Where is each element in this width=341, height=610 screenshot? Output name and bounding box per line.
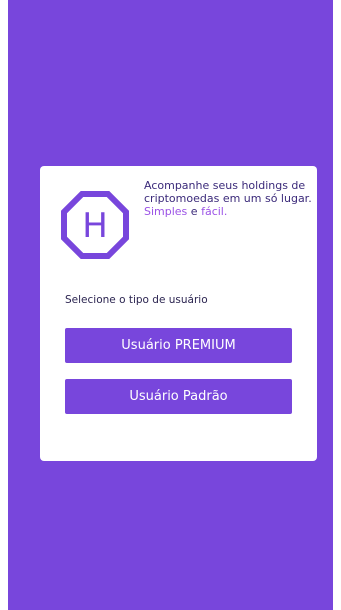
premium-user-button[interactable]: Usuário PREMIUM xyxy=(65,328,292,363)
tagline-accent-simples: Simples xyxy=(144,205,188,218)
logo: H xyxy=(60,190,130,260)
tagline-main: Acompanhe seus holdings de criptomoedas … xyxy=(144,179,312,205)
user-type-card: H Acompanhe seus holdings de criptomoeda… xyxy=(40,166,317,461)
hexagon-h-logo-icon: H xyxy=(61,191,129,259)
logo-letter: H xyxy=(82,206,108,246)
tagline: Acompanhe seus holdings de criptomoedas … xyxy=(144,179,312,218)
select-user-type-label: Selecione o tipo de usuário xyxy=(65,294,208,306)
tagline-connector: e xyxy=(190,205,198,218)
standard-user-button[interactable]: Usuário Padrão xyxy=(65,379,292,414)
app-background: H Acompanhe seus holdings de criptomoeda… xyxy=(8,0,333,610)
tagline-accent-facil: fácil. xyxy=(201,205,228,218)
